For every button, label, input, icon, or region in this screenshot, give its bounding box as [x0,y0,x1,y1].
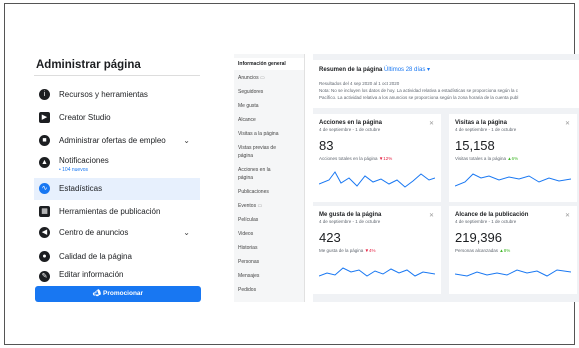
nav-label: Recursos y herramientas [59,90,148,99]
nav-label: Administrar ofertas de empleo [59,136,166,145]
insights-nav-item[interactable]: Mensajes [238,273,259,279]
insights-nav-item[interactable]: Pedidos [238,287,256,293]
change-indicator: ▼12% [378,156,393,161]
card-caption: Personas alcanzadas ▲8% [455,248,511,253]
insights-nav-item[interactable]: Visitas a la página [238,131,279,137]
nav-page-quality[interactable]: ● Calidad de la página [34,246,200,268]
card-title: Me gusta de la página [319,212,382,218]
insights-nav-item[interactable]: Seguidores [238,89,263,95]
nav-label: Herramientas de publicación [59,207,161,216]
page-screenshot: Administrar página i Recursos y herramie… [34,54,579,302]
insights-nav-item[interactable]: Historias [238,245,257,251]
nav-edit-info[interactable]: ✎ Editar información [34,266,200,282]
card-value: 83 [319,138,334,153]
close-icon[interactable]: ✕ [429,212,434,219]
card-value: 423 [319,230,341,245]
card-date: 4 de septiembre - 1 de octubre [455,127,517,132]
insights-nav-item[interactable]: página [238,175,253,181]
insights-nav-item[interactable]: Vistas previas de [238,145,276,151]
insights-nav-item[interactable]: Acciones en la [238,167,271,173]
nav-notifications[interactable]: ▲ Notificaciones • 104 nuevos [34,152,200,178]
card-value: 15,158 [455,138,495,153]
change-indicator: ▼4% [364,248,376,253]
sparkline [319,171,435,188]
card-caption: Acciones totales en la página ▼12% [319,156,393,161]
edit-icon: ✎ [39,271,50,282]
summary-note: Resultados del 4 sep 2020 al 1 oct 2020 [319,81,400,86]
info-icon: i [39,89,50,100]
close-icon[interactable]: ✕ [429,120,434,127]
close-icon[interactable]: ✕ [565,212,570,219]
summary-title: Resumen de la página Últimos 28 días ▾ [319,67,431,73]
card-date: 4 de septiembre - 1 de octubre [455,219,517,224]
chevron-down-icon[interactable]: ⌄ [183,136,190,145]
bell-icon: ▲ [39,157,50,168]
nav-label: Centro de anuncios [59,228,129,237]
nav-resources[interactable]: i Recursos y herramientas [34,84,200,106]
admin-panel: Administrar página i Recursos y herramie… [34,54,201,302]
nav-label: Notificaciones [59,156,109,165]
summary-note: Pacífico. La actividad relativa a los an… [319,95,519,100]
summary-note: Nota: No se incluyen los datos de hoy. L… [319,88,519,93]
page-summary: Resumen de la página Últimos 28 días ▾ R… [313,60,579,108]
nav-label: Creator Studio [59,113,111,122]
card-caption: Visitas totales a la página ▲6% [455,156,519,161]
nav-creator-studio[interactable]: ▶ Creator Studio [34,107,200,129]
divider [34,75,200,76]
chevron-down-icon[interactable]: ⌄ [183,228,190,237]
insights-nav-item[interactable]: Eventos ▭ [238,203,262,209]
events-indicator-icon: ▭ [257,203,263,209]
metric-card-page-likes[interactable]: Me gusta de la página ✕ 4 de septiembre … [313,206,441,294]
briefcase-icon: ■ [39,135,50,146]
video-icon: ▶ [39,112,50,123]
notification-count: • 104 nuevos [59,167,88,173]
nav-label: Editar información [59,270,124,279]
megaphone-icon: 📣︎ [92,290,103,297]
metric-card-post-reach[interactable]: Alcance de la publicación ✕ 4 de septiem… [449,206,577,294]
shield-icon: ● [39,251,50,262]
close-icon[interactable]: ✕ [565,120,570,127]
insights-nav-item[interactable]: Alcance [238,117,256,123]
calendar-icon: ▦ [39,206,50,217]
sparkline [455,173,571,187]
promote-button[interactable]: 📣︎ Promocionar [35,286,201,302]
card-date: 4 de septiembre - 1 de octubre [319,127,381,132]
insights-nav-item[interactable]: Videos [238,231,253,237]
insights-nav: Información general Anuncios ▭ Seguidore… [234,54,305,302]
sparkline [455,269,571,277]
metric-card-page-actions[interactable]: Acciones en la página ✕ 4 de septiembre … [313,114,441,202]
insights-nav-item[interactable]: Personas [238,259,259,265]
card-date: 4 de septiembre - 1 de octubre [319,219,381,224]
insights-nav-item[interactable]: Información general [238,61,286,67]
card-title: Alcance de la publicación [455,212,529,218]
card-caption: Me gusta de la página ▼4% [319,248,376,253]
insights-main: Resumen de la página Últimos 28 días ▾ R… [313,54,579,302]
date-range-dropdown[interactable]: Últimos 28 días ▾ [384,67,430,73]
change-indicator: ▲8% [499,248,511,253]
nav-publishing-tools[interactable]: ▦ Herramientas de publicación [34,201,200,223]
insights-nav-item[interactable]: Me gusta [238,103,259,109]
ads-indicator-icon: ▭ [259,75,265,81]
nav-label: Estadísticas [59,184,103,193]
nav-label: Calidad de la página [59,252,132,261]
card-title: Visitas a la página [455,120,507,126]
card-title: Acciones en la página [319,120,383,126]
megaphone-icon: ◀ [39,227,50,238]
change-indicator: ▲6% [507,156,519,161]
insights-nav-item[interactable]: página [238,153,253,159]
admin-panel-title: Administrar página [36,59,141,71]
nav-insights[interactable]: ∿ Estadísticas [34,178,200,200]
insights-nav-item[interactable]: Publicaciones [238,189,269,195]
chart-icon: ∿ [39,183,50,194]
sparkline [319,267,435,277]
nav-jobs[interactable]: ■ Administrar ofertas de empleo ⌄ [34,130,200,152]
promote-label: Promocionar [102,290,144,297]
insights-nav-item[interactable]: Películas [238,217,258,223]
card-value: 219,396 [455,230,502,245]
metric-card-page-visits[interactable]: Visitas a la página ✕ 4 de septiembre - … [449,114,577,202]
insights-nav-item[interactable]: Anuncios ▭ [238,75,265,81]
nav-ad-center[interactable]: ◀ Centro de anuncios ⌄ [34,222,200,244]
